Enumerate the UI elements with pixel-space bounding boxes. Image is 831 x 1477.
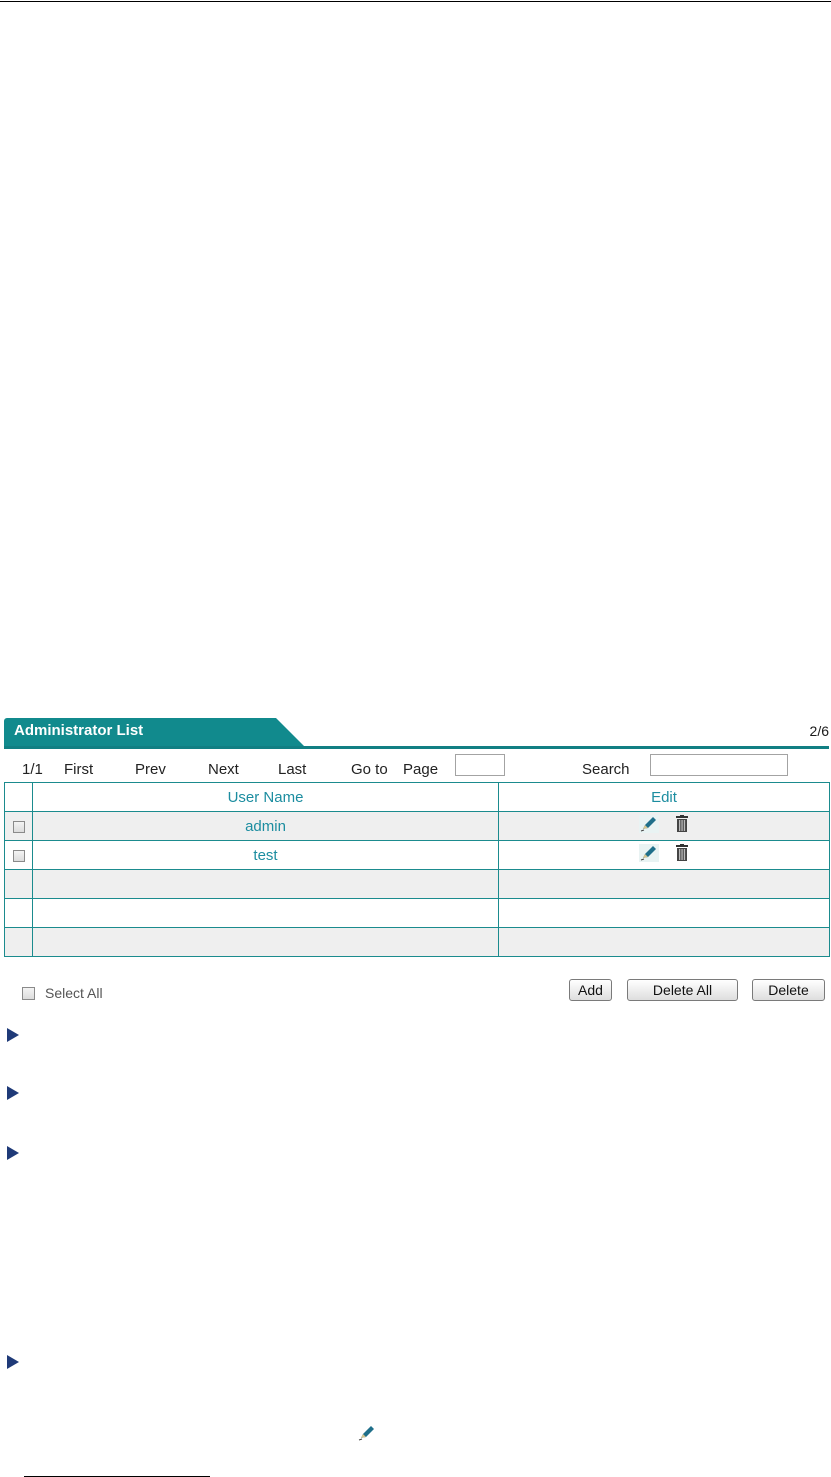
delete-button[interactable]: Delete [752, 979, 825, 1001]
panel-title: Administrator List [14, 722, 144, 739]
administrator-table: User Name Edit admin test [4, 782, 830, 957]
table-row: admin [4, 811, 830, 841]
pager-bar: 1/1 First Prev Next Last Go to Page Sear… [4, 749, 829, 782]
pager-last-link[interactable]: Last [278, 761, 306, 778]
column-header-username: User Name [32, 782, 499, 812]
table-row: test [4, 840, 830, 870]
delete-all-button[interactable]: Delete All [627, 979, 738, 1001]
top-divider [0, 1, 831, 2]
edit-cell [498, 898, 830, 928]
table-row [4, 869, 830, 899]
arrow-bullet-icon [7, 1355, 19, 1369]
empty-cell [4, 869, 33, 899]
search-input[interactable] [650, 754, 788, 776]
table-row [4, 927, 830, 957]
row-checkbox-cell [4, 811, 33, 841]
pager-first-link[interactable]: First [64, 761, 93, 778]
empty-cell [4, 898, 33, 928]
arrow-bullet-icon [7, 1086, 19, 1100]
edit-cell [498, 811, 830, 841]
select-all-checkbox[interactable] [22, 986, 35, 1000]
trash-icon[interactable] [675, 815, 689, 837]
select-all-control[interactable]: Select All [22, 985, 103, 1001]
username-cell [32, 898, 499, 928]
table-header-row: User Name Edit [4, 782, 830, 812]
username-link[interactable]: test [253, 847, 277, 864]
pager-position: 1/1 [22, 761, 43, 778]
select-all-label: Select All [45, 985, 103, 1001]
search-label: Search [582, 761, 630, 778]
administrator-list-panel: Administrator List 2/6 1/1 First Prev Ne… [4, 718, 830, 957]
column-header-edit: Edit [498, 782, 830, 812]
page-label: Page [403, 761, 439, 778]
row-checkbox-cell [4, 840, 33, 870]
table-row [4, 898, 830, 928]
page-count: 2/6 [809, 723, 829, 739]
pager-prev-link[interactable]: Prev [135, 761, 166, 778]
username-cell [32, 927, 499, 957]
pencil-edit-icon[interactable] [639, 844, 659, 866]
add-button[interactable]: Add [569, 979, 612, 1001]
row-checkbox[interactable] [12, 849, 25, 862]
username-cell [32, 869, 499, 899]
edit-cell [498, 840, 830, 870]
username-cell: test [32, 840, 499, 870]
row-checkbox[interactable] [12, 820, 25, 833]
empty-cell [4, 927, 33, 957]
arrow-bullet-icon [7, 1028, 19, 1042]
arrow-bullet-icon [7, 1146, 19, 1160]
goto-page-input[interactable] [455, 754, 505, 776]
pencil-edit-icon[interactable] [639, 815, 659, 837]
header-checkbox-cell [4, 782, 33, 812]
goto-label: Go to [351, 761, 388, 778]
trash-icon[interactable] [675, 844, 689, 866]
username-link[interactable]: admin [245, 818, 286, 835]
pencil-edit-icon [356, 1423, 378, 1447]
pager-next-link[interactable]: Next [208, 761, 239, 778]
table-footer: Select All Add Delete All Delete [4, 975, 829, 1007]
username-cell: admin [32, 811, 499, 841]
panel-title-bar: Administrator List 2/6 [4, 718, 829, 749]
edit-cell [498, 869, 830, 899]
edit-cell [498, 927, 830, 957]
